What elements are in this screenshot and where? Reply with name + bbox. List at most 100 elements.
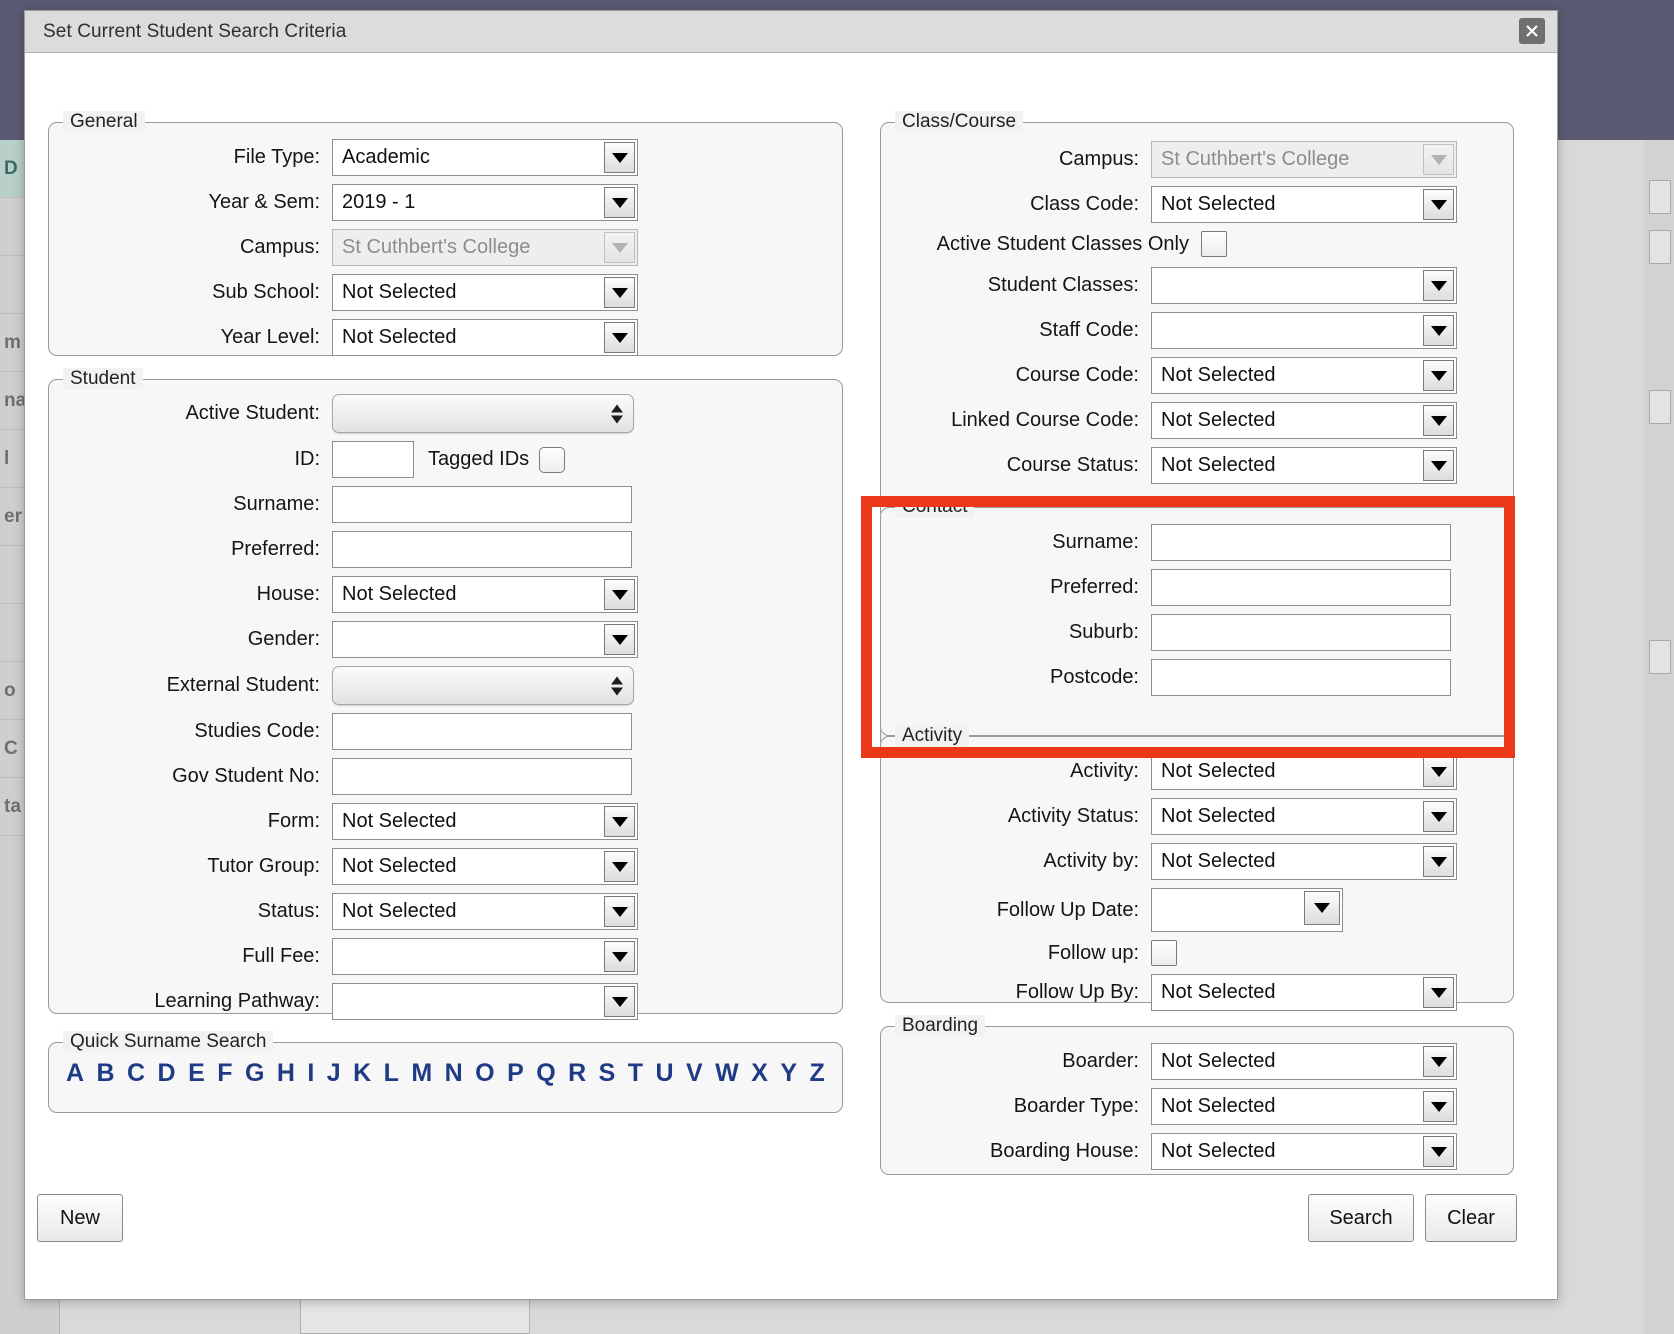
learning-pathway-dropdown[interactable] (332, 983, 638, 1020)
alpha-link-x[interactable]: X (748, 1059, 771, 1088)
chevron-down-icon[interactable] (604, 806, 635, 837)
alpha-link-e[interactable]: E (185, 1059, 208, 1088)
alpha-link-u[interactable]: U (653, 1059, 677, 1088)
student-classes-dropdown[interactable] (1151, 267, 1457, 304)
chevron-down-icon[interactable] (1423, 977, 1454, 1008)
contact-surname-input[interactable] (1151, 524, 1451, 561)
full-fee-dropdown[interactable] (332, 938, 638, 975)
chevron-down-icon[interactable] (604, 187, 635, 218)
campus-value: St Cuthbert's College (342, 236, 531, 258)
alpha-link-s[interactable]: S (596, 1059, 619, 1088)
alpha-link-j[interactable]: J (324, 1059, 344, 1088)
chevron-down-icon[interactable] (1423, 360, 1454, 391)
follow-up-checkbox[interactable] (1151, 940, 1177, 966)
chevron-down-icon[interactable] (604, 986, 635, 1017)
follow-up-date-input[interactable] (1151, 888, 1343, 932)
alpha-link-d[interactable]: D (155, 1059, 179, 1088)
chevron-down-icon[interactable] (1423, 315, 1454, 346)
chevron-down-icon[interactable] (604, 896, 635, 927)
alpha-link-t[interactable]: T (625, 1059, 646, 1088)
alpha-link-w[interactable]: W (712, 1059, 742, 1088)
alpha-link-c[interactable]: C (124, 1059, 148, 1088)
chevron-down-icon[interactable] (604, 142, 635, 173)
sub-school-dropdown[interactable]: Not Selected (332, 274, 638, 311)
year-sem-value: 2019 - 1 (342, 191, 416, 213)
chevron-down-icon[interactable] (1423, 1091, 1454, 1122)
chevron-down-icon[interactable] (1423, 801, 1454, 832)
gender-dropdown[interactable] (332, 621, 638, 658)
field-label: Linked Course Code: (951, 409, 1139, 431)
class-code-dropdown[interactable]: Not Selected (1151, 186, 1457, 223)
alpha-link-p[interactable]: P (504, 1059, 527, 1088)
alpha-link-g[interactable]: G (242, 1059, 267, 1088)
calendar-dropdown-icon[interactable] (1304, 891, 1340, 925)
external-student-select[interactable] (332, 666, 634, 705)
chevron-down-icon[interactable] (1423, 450, 1454, 481)
house-dropdown[interactable]: Not Selected (332, 576, 638, 613)
contact-suburb-input[interactable] (1151, 614, 1451, 651)
chevron-down-icon[interactable] (1423, 846, 1454, 877)
year-sem-dropdown[interactable]: 2019 - 1 (332, 184, 638, 221)
alpha-link-y[interactable]: Y (777, 1059, 800, 1088)
studies-code-input[interactable] (332, 713, 632, 750)
contact-preferred-input[interactable] (1151, 569, 1451, 606)
course-status-dropdown[interactable]: Not Selected (1151, 447, 1457, 484)
follow-up-by-dropdown[interactable]: Not Selected (1151, 974, 1457, 1011)
chevron-down-icon[interactable] (604, 941, 635, 972)
alpha-link-a[interactable]: A (63, 1059, 87, 1088)
boarder-type-dropdown[interactable]: Not Selected (1151, 1088, 1457, 1125)
active-student-classes-only-checkbox[interactable] (1201, 231, 1227, 257)
course-code-dropdown[interactable]: Not Selected (1151, 357, 1457, 394)
chevron-down-icon[interactable] (1423, 270, 1454, 301)
year-level-dropdown[interactable]: Not Selected (332, 319, 638, 356)
alpha-link-z[interactable]: Z (807, 1059, 828, 1088)
boarding-house-dropdown[interactable]: Not Selected (1151, 1133, 1457, 1170)
preferred-input[interactable] (332, 531, 632, 568)
close-icon[interactable] (1519, 18, 1545, 44)
chevron-down-icon[interactable] (604, 851, 635, 882)
chevron-down-icon[interactable] (1423, 1046, 1454, 1077)
file-type-dropdown[interactable]: Academic (332, 139, 638, 176)
alpha-link-v[interactable]: V (683, 1059, 706, 1088)
boarder-dropdown[interactable]: Not Selected (1151, 1043, 1457, 1080)
tutor-group-dropdown[interactable]: Not Selected (332, 848, 638, 885)
alpha-link-m[interactable]: M (408, 1059, 435, 1088)
chevron-down-icon[interactable] (604, 277, 635, 308)
search-button[interactable]: Search (1308, 1194, 1414, 1242)
chevron-down-icon[interactable] (1423, 1136, 1454, 1167)
chevron-down-icon[interactable] (1423, 189, 1454, 220)
alpha-link-l[interactable]: L (381, 1059, 402, 1088)
field-preferred: Preferred: (49, 531, 828, 568)
activity-dropdown[interactable]: Not Selected (1151, 753, 1457, 790)
alpha-link-f[interactable]: F (214, 1059, 235, 1088)
chevron-down-icon[interactable] (604, 322, 635, 353)
clear-button[interactable]: Clear (1425, 1194, 1517, 1242)
alpha-link-b[interactable]: B (94, 1059, 118, 1088)
activity-by-dropdown[interactable]: Not Selected (1151, 843, 1457, 880)
activity-status-dropdown[interactable]: Not Selected (1151, 798, 1457, 835)
linked-course-code-dropdown[interactable]: Not Selected (1151, 402, 1457, 439)
new-button[interactable]: New (37, 1194, 123, 1242)
surname-input[interactable] (332, 486, 632, 523)
active-student-select[interactable] (332, 394, 634, 433)
staff-code-dropdown[interactable] (1151, 312, 1457, 349)
field-label: Staff Code: (1039, 319, 1139, 341)
alpha-link-k[interactable]: K (350, 1059, 374, 1088)
tagged-ids-checkbox[interactable] (539, 446, 566, 473)
field-tutor-group: Tutor Group: Not Selected (49, 848, 828, 885)
alpha-link-n[interactable]: N (442, 1059, 466, 1088)
contact-postcode-input[interactable] (1151, 659, 1451, 696)
alpha-link-r[interactable]: R (565, 1059, 589, 1088)
status-dropdown[interactable]: Not Selected (332, 893, 638, 930)
alpha-link-o[interactable]: O (472, 1059, 497, 1088)
form-dropdown[interactable]: Not Selected (332, 803, 638, 840)
id-input[interactable] (332, 441, 414, 478)
chevron-down-icon[interactable] (1423, 756, 1454, 787)
chevron-down-icon[interactable] (604, 579, 635, 610)
alpha-link-h[interactable]: H (274, 1059, 298, 1088)
chevron-down-icon[interactable] (604, 624, 635, 655)
alpha-link-i[interactable]: I (304, 1059, 317, 1088)
gov-student-no-input[interactable] (332, 758, 632, 795)
alpha-link-q[interactable]: Q (533, 1059, 558, 1088)
chevron-down-icon[interactable] (1423, 405, 1454, 436)
